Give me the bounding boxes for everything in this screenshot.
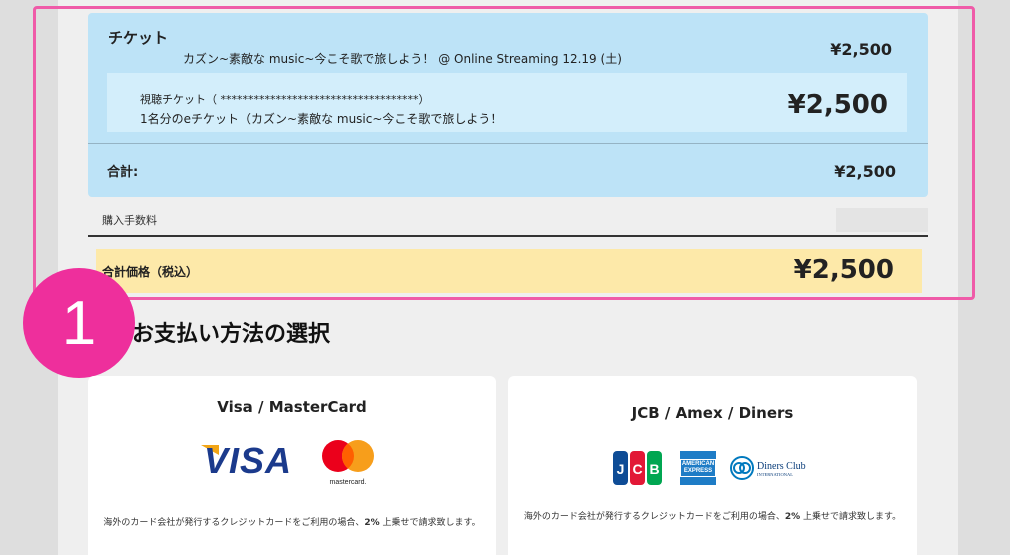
amex-logo-icon: AMERICAN EXPRESS	[679, 451, 717, 485]
step-number-badge: 1	[23, 268, 135, 378]
svg-text:B: B	[649, 461, 659, 477]
svg-text:J: J	[617, 461, 625, 477]
payment-section-title: お支払い方法の選択	[132, 322, 331, 347]
diners-club-logo-icon: Diners Club INTERNATIONAL	[730, 456, 806, 480]
payment-option-title: JCB / Amex / Diners	[631, 404, 794, 422]
payment-option-visa-mastercard[interactable]: Visa / MasterCard VISA mastercard. 海外のカー…	[88, 376, 496, 555]
svg-text:C: C	[632, 461, 642, 477]
payment-option-title: Visa / MasterCard	[217, 398, 367, 416]
visa-logo-icon: VISA	[204, 440, 293, 481]
mastercard-logo-icon: mastercard.	[322, 440, 374, 486]
mastercard-wordmark: mastercard.	[330, 479, 367, 486]
svg-text:Diners Club: Diners Club	[757, 461, 806, 472]
highlight-frame	[33, 6, 975, 300]
payment-option-jcb-amex-diners[interactable]: JCB / Amex / Diners J C B AMERICAN EXPRE…	[508, 376, 917, 555]
payment-option-note: 海外のカード会社が発行するクレジットカードをご利用の場合、2% 上乗せで請求致し…	[103, 518, 481, 528]
payment-option-note: 海外のカード会社が発行するクレジットカードをご利用の場合、2% 上乗せで請求致し…	[523, 512, 902, 522]
svg-text:INTERNATIONAL: INTERNATIONAL	[757, 472, 793, 477]
jcb-logo-icon: J C B	[613, 451, 662, 485]
